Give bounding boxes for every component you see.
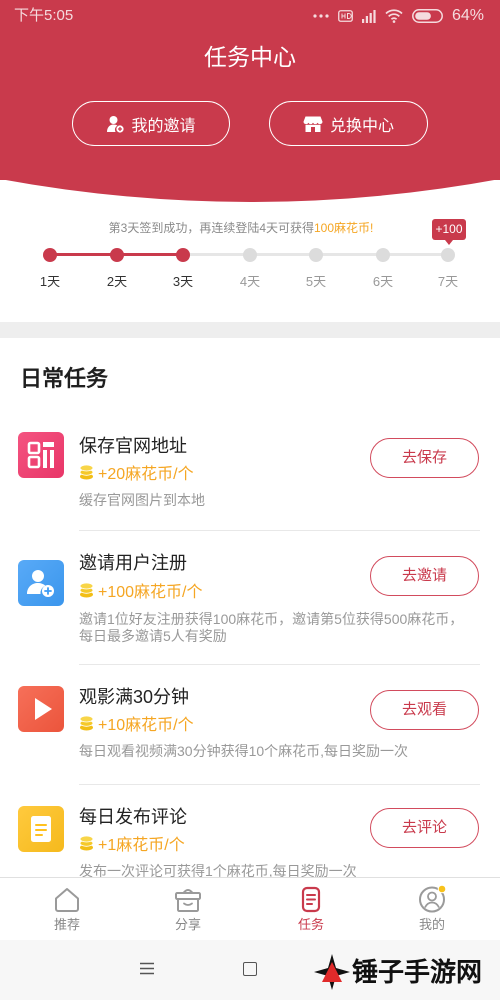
more-dots-icon bbox=[313, 14, 329, 18]
section-divider bbox=[0, 322, 500, 338]
user-add-icon bbox=[18, 560, 64, 606]
task-description: 缓存官网图片到本地 bbox=[79, 492, 205, 508]
task-reward: +100麻花币/个 bbox=[79, 579, 203, 601]
post-comment-button[interactable]: 去评论 bbox=[370, 808, 479, 848]
store-icon bbox=[303, 115, 323, 133]
gift-icon bbox=[173, 884, 203, 914]
hd-icon bbox=[338, 10, 353, 22]
task-reward: +1麻花币/个 bbox=[79, 832, 185, 854]
play-icon bbox=[18, 686, 64, 732]
page-title: 任务中心 bbox=[204, 44, 296, 70]
task-description: 邀请1位好友注册获得100麻花币，邀请第5位获得500麻花币，每日最多邀请5人有… bbox=[79, 611, 464, 644]
nav-item-share[interactable]: 分享 bbox=[148, 878, 228, 940]
exchange-center-button[interactable]: 兑换中心 bbox=[269, 101, 428, 146]
task-reward-text: +100麻花币/个 bbox=[98, 584, 203, 601]
checkin-day-label: 3天 bbox=[172, 274, 194, 289]
bottom-nav: 推荐 分享 任务 我的 bbox=[0, 877, 500, 940]
checkin-dot-day-6 bbox=[376, 248, 390, 262]
checkin-message-text: 第3天签到成功，再连续登陆4天可获得 bbox=[108, 221, 314, 235]
task-reward-text: +10麻花币/个 bbox=[98, 717, 194, 734]
checkin-dot-day-5 bbox=[309, 248, 323, 262]
document-icon bbox=[18, 806, 64, 852]
coin-icon bbox=[79, 582, 94, 598]
task-list-icon bbox=[296, 884, 326, 914]
nav-label: 推荐 bbox=[53, 917, 80, 932]
coin-icon bbox=[79, 835, 94, 851]
system-nav-bar: 锤子手游网 bbox=[0, 940, 500, 1000]
status-bar: 下午5:05 64% bbox=[0, 0, 500, 32]
checkin-dot-day-1 bbox=[43, 248, 57, 262]
battery-icon bbox=[412, 9, 443, 23]
coin-icon bbox=[79, 464, 94, 480]
bonus-badge: +100 bbox=[432, 219, 466, 245]
task-title: 邀请用户注册 bbox=[79, 553, 187, 573]
checkin-dot-day-3 bbox=[176, 248, 190, 262]
task-reward: +20麻花币/个 bbox=[79, 461, 194, 483]
nav-label: 分享 bbox=[174, 917, 201, 932]
task-description: 每日观看视频满30分钟获得10个麻花币,每日奖励一次 bbox=[79, 743, 409, 759]
task-divider bbox=[79, 530, 480, 531]
my-invites-label: 我的邀请 bbox=[131, 117, 196, 135]
watermark-logo-icon bbox=[312, 952, 352, 992]
daily-tasks-title: 日常任务 bbox=[20, 366, 109, 391]
task-title: 保存官网地址 bbox=[79, 436, 187, 456]
checkin-day-label: 5天 bbox=[305, 274, 327, 289]
nav-label: 任务 bbox=[297, 917, 324, 932]
qr-code-icon bbox=[18, 432, 64, 478]
user-avatar-icon bbox=[417, 884, 447, 914]
checkin-day-label: 4天 bbox=[239, 274, 261, 289]
watermark-text: 锤子手游网 bbox=[352, 957, 483, 987]
menu-icon[interactable] bbox=[140, 962, 154, 975]
exchange-center-label: 兑换中心 bbox=[329, 117, 394, 135]
status-icons: 64% bbox=[313, 6, 484, 26]
battery-percent: 64% bbox=[451, 7, 484, 24]
status-time: 下午5:05 bbox=[14, 7, 74, 24]
user-add-icon bbox=[106, 115, 125, 133]
coin-icon bbox=[79, 715, 94, 731]
invite-user-button[interactable]: 去邀请 bbox=[370, 556, 479, 596]
save-site-button[interactable]: 去保存 bbox=[370, 438, 479, 478]
task-title: 观影满30分钟 bbox=[79, 687, 190, 707]
checkin-day-label: 1天 bbox=[39, 274, 61, 289]
watch-video-button[interactable]: 去观看 bbox=[370, 690, 479, 730]
checkin-day-label: 2天 bbox=[106, 274, 128, 289]
task-title: 每日发布评论 bbox=[79, 807, 187, 827]
task-reward: +10麻花币/个 bbox=[79, 712, 194, 734]
nav-label: 我的 bbox=[418, 917, 445, 932]
checkin-dot-day-2 bbox=[110, 248, 124, 262]
task-reward-text: +1麻花币/个 bbox=[98, 837, 185, 854]
signal-icon bbox=[361, 9, 376, 23]
nav-item-recommend[interactable]: 推荐 bbox=[27, 878, 107, 940]
wifi-icon bbox=[385, 9, 403, 23]
home-square-icon[interactable] bbox=[243, 962, 257, 976]
checkin-dot-day-4 bbox=[243, 248, 257, 262]
header-curve bbox=[0, 179, 500, 202]
nav-item-tasks[interactable]: 任务 bbox=[271, 878, 351, 940]
checkin-message-highlight: 100麻花币! bbox=[314, 221, 374, 235]
checkin-message: 第3天签到成功，再连续登陆4天可获得100麻花币! bbox=[0, 220, 482, 236]
checkin-day-label: 6天 bbox=[372, 274, 394, 289]
checkin-dot-day-7 bbox=[441, 248, 455, 262]
home-icon bbox=[52, 884, 82, 914]
nav-item-mine[interactable]: 我的 bbox=[392, 878, 472, 940]
task-reward-text: +20麻花币/个 bbox=[98, 466, 194, 483]
checkin-day-label: 7天 bbox=[437, 274, 459, 289]
task-divider bbox=[79, 664, 480, 665]
my-invites-button[interactable]: 我的邀请 bbox=[72, 101, 230, 146]
task-divider bbox=[79, 784, 480, 785]
